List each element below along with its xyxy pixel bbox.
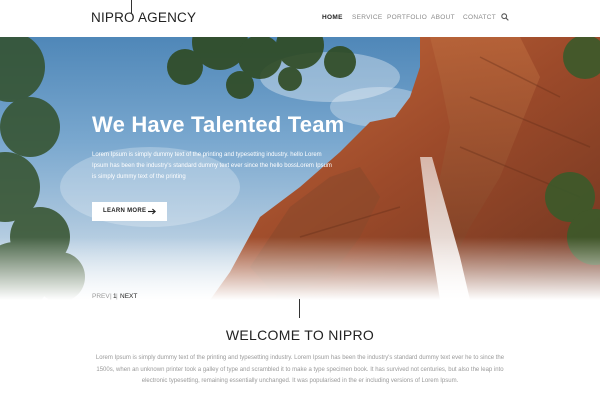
section-divider [299, 299, 300, 318]
nav-item-about[interactable]: ABOUT [431, 14, 455, 21]
learn-more-button[interactable]: LEARN MORE [92, 202, 167, 221]
learn-more-label: LEARN MORE [103, 208, 147, 214]
site-header: NIPRO AGENCY HOME SERVICE PORTFOLIO ABOU… [0, 0, 600, 37]
hero-title: We Have Talented Team [92, 112, 345, 137]
hero-banner: We Have Talented Team Lorem Ipsum is sim… [0, 37, 600, 300]
pager-separator: | [116, 293, 118, 300]
main-nav: HOME SERVICE PORTFOLIO ABOUT CONATCT [0, 14, 600, 26]
pager-separator: | [110, 293, 112, 300]
prev-slide-link[interactable]: PREV [92, 293, 110, 300]
hero-description: Lorem Ipsum is simply dummy text of the … [92, 152, 332, 180]
nav-item-contact[interactable]: CONATCT [463, 14, 496, 21]
nav-item-home[interactable]: HOME [322, 14, 343, 21]
arrow-right-icon [148, 208, 156, 215]
nav-item-portfolio[interactable]: PORTFOLIO [387, 14, 427, 21]
next-slide-link[interactable]: NEXT [120, 293, 137, 300]
nav-item-service[interactable]: SERVICE [352, 14, 383, 21]
welcome-title: WELCOME TO NIPRO [225, 327, 375, 343]
search-icon[interactable] [501, 13, 509, 21]
welcome-text: Lorem Ipsum is simply dummy text of the … [95, 355, 505, 384]
